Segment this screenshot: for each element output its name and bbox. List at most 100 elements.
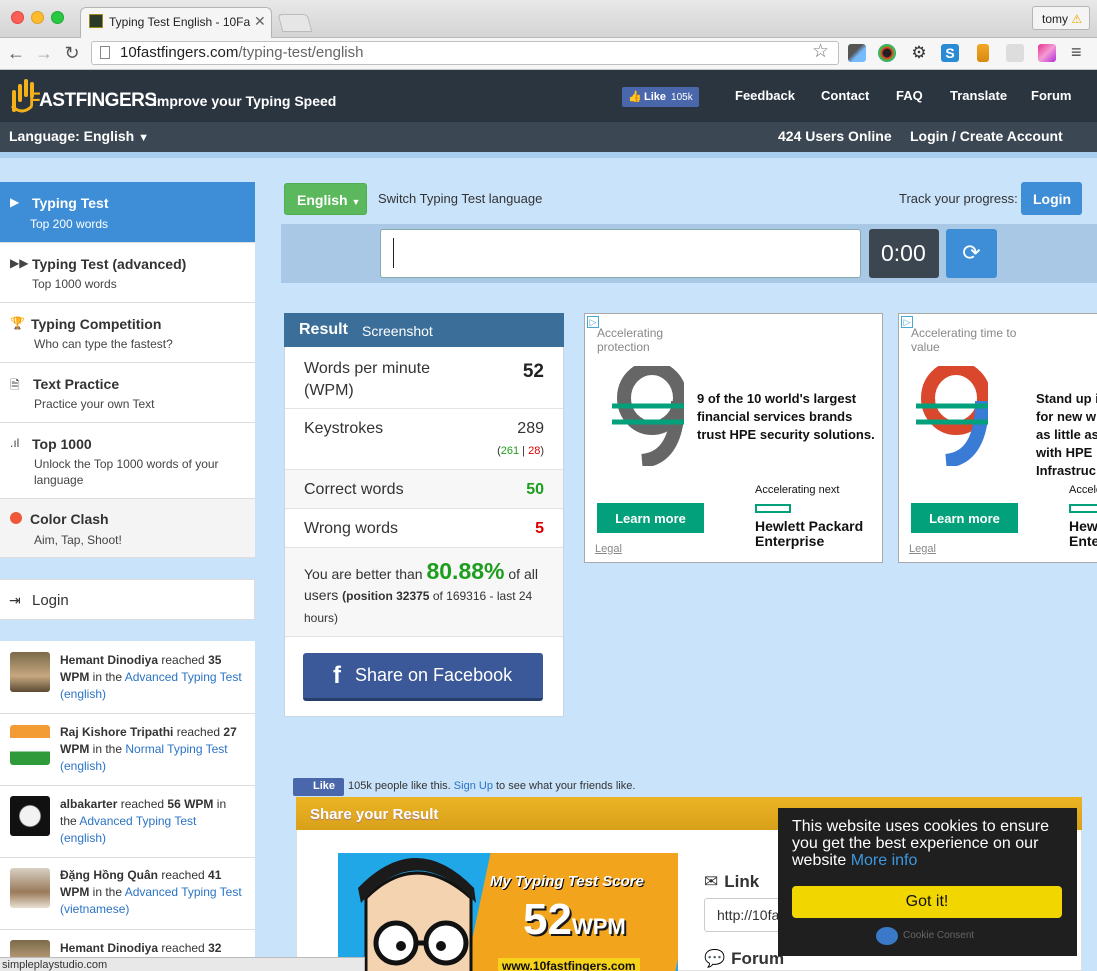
sidebar-item-typing-competition[interactable]: 🏆 Typing Competition Who can type the fa… xyxy=(0,303,255,363)
keystrokes-separator: | xyxy=(519,445,529,457)
nav-translate[interactable]: Translate xyxy=(950,88,1007,103)
language-selector[interactable]: Language: English ▼ xyxy=(9,128,149,144)
ad-learn-more-button[interactable]: Learn more xyxy=(597,503,704,533)
feed-user[interactable]: Đặng Hồng Quân xyxy=(60,868,158,882)
profile-name: tomy xyxy=(1042,12,1069,26)
eyedropper-extension-icon[interactable] xyxy=(848,44,866,62)
result-header: Result Screenshot xyxy=(284,313,564,347)
envelope-icon: ✉ xyxy=(704,872,719,891)
feed-test-link[interactable]: Advanced Typing Test (english) xyxy=(60,814,196,845)
sidebar-item-sub: Top 200 words xyxy=(30,217,109,231)
bookmark-star-icon[interactable]: ☆ xyxy=(812,40,829,63)
ad-banner[interactable]: ▷ Accelerating time to value Stand up i … xyxy=(898,313,1097,563)
screenshot-tab[interactable]: Screenshot xyxy=(362,323,433,339)
ad-brand-name: Hewlett Packard Enterprise xyxy=(755,518,864,549)
new-tab-button[interactable] xyxy=(277,14,313,32)
share-facebook-button[interactable]: f Share on Facebook xyxy=(303,653,543,701)
ad-headline: Stand up i for new w as little as with H… xyxy=(1036,391,1097,478)
nav-contact[interactable]: Contact xyxy=(821,88,869,103)
logo-text[interactable]: FASTFINGERS xyxy=(29,90,157,112)
hpe-nine-graphic xyxy=(612,366,684,466)
menu-icon[interactable]: ≡ xyxy=(1071,42,1082,63)
profile-button[interactable]: tomy ⚠ xyxy=(1032,6,1090,30)
caret-down-icon: ▼ xyxy=(351,197,361,207)
cookie-consent-brand[interactable]: Cookie Consent xyxy=(903,930,974,941)
link-label: Link xyxy=(724,872,760,891)
nav-forum[interactable]: Forum xyxy=(1031,88,1071,103)
feed-item: albakarter reached 56 WPM in the Advance… xyxy=(0,786,255,858)
sidebar-item-color-clash[interactable]: Color Clash Aim, Tap, Shoot! xyxy=(0,499,255,558)
color-wheel-extension-icon[interactable] xyxy=(878,44,896,62)
url-path: /typing-test/english xyxy=(238,44,364,61)
avatar[interactable] xyxy=(10,725,50,765)
login-create-account-link[interactable]: Login / Create Account xyxy=(910,128,1063,144)
minimize-window-icon[interactable] xyxy=(31,11,44,24)
nav-feedback[interactable]: Feedback xyxy=(735,88,795,103)
nav-faq[interactable]: FAQ xyxy=(896,88,923,103)
keystrokes-label: Keystrokes xyxy=(304,420,384,437)
sidebar-item-typing-test[interactable]: ▶ Typing Test Top 200 words xyxy=(0,182,255,243)
avatar[interactable] xyxy=(10,652,50,692)
language-dropdown-button[interactable]: English ▼ xyxy=(284,183,367,215)
text-caret xyxy=(393,238,394,268)
avatar[interactable] xyxy=(10,868,50,908)
sidebar-item-top-1000[interactable]: .ıl Top 1000 Unlock the Top 1000 words o… xyxy=(0,423,255,499)
users-online: 424 Users Online xyxy=(778,128,892,144)
wpm-row: Words per minute (WPM) 52 xyxy=(285,347,563,409)
result-tab[interactable]: Result xyxy=(299,321,348,339)
feed-user[interactable]: Hemant Dinodiya xyxy=(60,653,158,667)
feed-user[interactable]: Hemant Dinodiya xyxy=(60,941,158,955)
ad-legal-link[interactable]: Legal xyxy=(909,543,936,555)
feed-user[interactable]: albakarter xyxy=(60,797,117,811)
facebook-like-button[interactable]: 👍 Like 105k xyxy=(622,87,699,107)
timer: 0:00 xyxy=(869,229,939,278)
correct-words-row: Correct words 50 xyxy=(285,470,563,509)
s-extension-icon[interactable]: S xyxy=(941,44,959,62)
back-arrow-icon[interactable]: ← xyxy=(6,43,26,64)
fb-signup-link[interactable]: Sign Up xyxy=(454,780,493,792)
sidebar-item-sub: Unlock the Top 1000 words of your langua… xyxy=(34,457,219,487)
feed-user[interactable]: Raj Kishore Tripathi xyxy=(60,725,173,739)
sidebar-login[interactable]: ⇥ Login xyxy=(0,579,255,620)
ad-learn-more-button[interactable]: Learn more xyxy=(911,503,1018,533)
forward-arrow-icon[interactable]: → xyxy=(34,43,54,64)
palette-extension-icon[interactable] xyxy=(1038,44,1056,62)
refresh-icon[interactable]: ⟳ xyxy=(946,229,997,278)
reload-icon[interactable]: ↻ xyxy=(62,43,82,64)
login-button[interactable]: Login xyxy=(1021,182,1082,215)
feed-item: Hemant Dinodiya reached 35 WPM in the Ad… xyxy=(0,641,255,714)
cartoon-face-icon xyxy=(358,858,476,971)
share-link-field[interactable]: http://10fa xyxy=(704,898,784,932)
maximize-window-icon[interactable] xyxy=(51,11,64,24)
close-tab-icon[interactable]: ✕ xyxy=(254,13,266,30)
score-image[interactable]: My Typing Test Score 52WPM www.10fastfin… xyxy=(338,853,678,971)
hpe-logo-icon xyxy=(1069,504,1097,513)
gear-icon[interactable]: ⚙ xyxy=(910,44,928,62)
wrong-words-row: Wrong words 5 xyxy=(285,509,563,548)
browser-tab[interactable]: Typing Test English - 10Fa xyxy=(80,7,272,38)
mail-extension-icon[interactable] xyxy=(1006,44,1024,62)
cookie-consent-logo-icon[interactable] xyxy=(876,927,898,945)
bookmark-extension-icon[interactable] xyxy=(977,44,989,62)
score-image-wpm-unit: WPM xyxy=(571,914,626,939)
score-image-wpm: 52WPM xyxy=(523,895,626,945)
feed-text-part: in the xyxy=(89,742,126,756)
cookie-got-it-button[interactable]: Got it! xyxy=(792,886,1062,918)
sidebar-item-sub: Top 1000 words xyxy=(32,277,117,291)
feed-text-part: reached xyxy=(158,868,209,882)
tagline: Improve your Typing Speed xyxy=(153,93,337,109)
position-value: (position 32375 xyxy=(342,589,430,603)
sidebar-item-typing-test-advanced[interactable]: ▶▶ Typing Test (advanced) Top 1000 words xyxy=(0,243,255,303)
avatar[interactable] xyxy=(10,796,50,836)
sign-in-icon: ⇥ xyxy=(9,592,21,608)
warning-icon: ⚠ xyxy=(1071,12,1083,26)
address-bar[interactable]: 10fastfingers.com/typing-test/english xyxy=(91,41,839,65)
typing-input[interactable] xyxy=(380,229,861,278)
sidebar-item-text-practice[interactable]: 🗎 Text Practice Practice your own Text xyxy=(0,363,255,423)
ad-legal-link[interactable]: Legal xyxy=(595,543,622,555)
close-window-icon[interactable] xyxy=(11,11,24,24)
cookie-more-info-link[interactable]: More info xyxy=(851,852,918,869)
keystrokes-row: Keystrokes 289 (261 | 28) xyxy=(285,409,563,470)
facebook-like-small-button[interactable]: Like xyxy=(293,778,344,796)
ad-banner[interactable]: ▷ Accelerating protection 9 of the 10 wo… xyxy=(584,313,883,563)
